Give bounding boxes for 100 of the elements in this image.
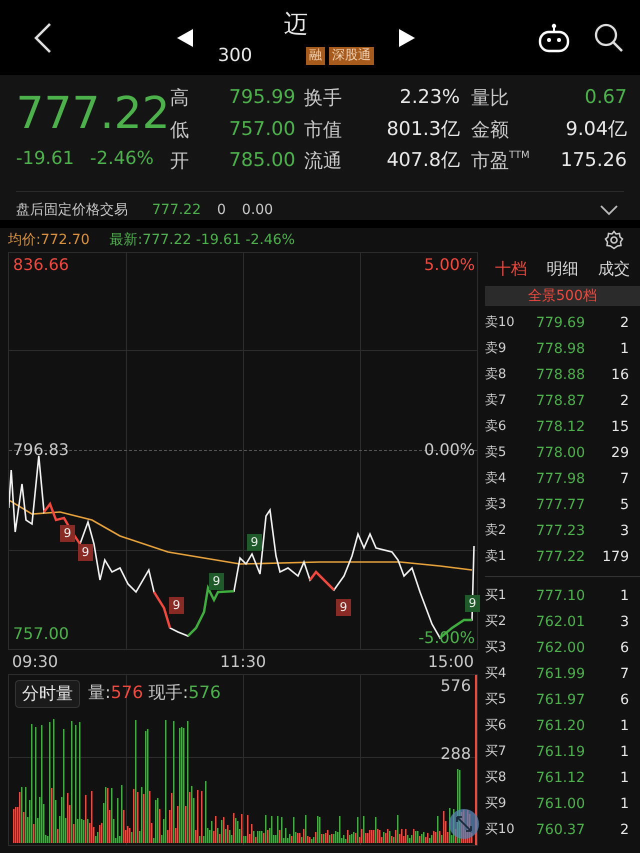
stat-value: 801.3亿: [386, 116, 460, 142]
level-label: 买9: [485, 795, 508, 814]
order-price: 761.97: [535, 690, 585, 710]
after-hours-volume: 0: [217, 200, 226, 220]
axis-label: -5.00%: [418, 629, 475, 647]
order-price: 761.00: [535, 794, 585, 814]
order-quantity: 29: [610, 444, 629, 462]
order-quantity: 3: [619, 612, 629, 632]
axis-label: 757.00: [13, 625, 69, 643]
level-label: 卖8: [485, 366, 508, 384]
stock-name: 迈: [284, 9, 308, 40]
order-quantity: 1: [619, 340, 629, 358]
order-quantity: 5: [619, 496, 629, 514]
stat-label: 低: [170, 118, 190, 142]
level-label: 卖10: [485, 314, 516, 332]
order-price: 777.98: [535, 470, 585, 488]
order-price: 778.88: [535, 366, 585, 384]
expand-icon[interactable]: [449, 809, 479, 839]
next-icon[interactable]: [398, 28, 416, 48]
level-label: 卖6: [485, 418, 508, 436]
chevron-down-icon[interactable]: [600, 204, 618, 216]
robot-icon[interactable]: [538, 22, 570, 52]
level-label: 卖9: [485, 340, 508, 358]
axis-label: 5.00%: [424, 256, 475, 274]
time-label: 15:00: [428, 651, 474, 673]
tag: 融: [306, 46, 326, 64]
stat-label: 金额: [470, 118, 510, 142]
stat-value: 2.23%: [398, 85, 460, 110]
stat-value: 0.67: [584, 85, 627, 110]
level-label: 卖3: [485, 496, 508, 514]
order-quantity: 6: [619, 638, 629, 658]
stat-value: 9.04亿: [564, 116, 627, 142]
previous-icon[interactable]: [176, 28, 194, 48]
volume-tab[interactable]: 分时量: [15, 680, 80, 708]
latest-quote: 最新:777.22 -19.61 -2.46%: [110, 230, 295, 250]
level-label: 卖1: [485, 548, 508, 566]
level-label: 卖2: [485, 522, 508, 540]
search-icon[interactable]: [594, 22, 624, 52]
order-price: 762.01: [535, 612, 585, 632]
axis-label: 0.00%: [424, 441, 475, 459]
order-book-tab[interactable]: 十档: [485, 252, 537, 286]
order-price: 778.00: [535, 444, 585, 462]
stat-value: 785.00: [228, 148, 293, 173]
level-label: 卖7: [485, 392, 508, 410]
last-price: 777.22: [16, 87, 170, 141]
order-quantity: 1: [619, 716, 629, 736]
settings-icon[interactable]: [604, 230, 624, 250]
signal-badge: 9: [169, 597, 184, 614]
order-quantity: 2: [619, 820, 629, 840]
signal-badge: 9: [78, 544, 93, 561]
order-book-tab[interactable]: 成交: [588, 252, 640, 286]
stat-label: 换手: [304, 86, 343, 111]
order-quantity: 179: [601, 548, 629, 566]
signal-badge: 9: [60, 525, 75, 542]
order-quantity: 1: [619, 586, 629, 606]
stat-label: 市值: [304, 118, 343, 142]
level-label: 卖4: [485, 470, 508, 488]
order-quantity: 7: [619, 470, 629, 488]
after-hours-amount: 0.00: [242, 200, 274, 220]
order-price: 760.37: [535, 820, 585, 840]
order-quantity: 7: [619, 664, 629, 684]
volume-reading: 量:576 现手:576: [88, 682, 221, 706]
full-depth-button[interactable]: 全景500档: [485, 286, 640, 306]
order-price: 779.69: [535, 314, 585, 332]
signal-badge: 9: [247, 534, 262, 551]
order-quantity: 3: [619, 522, 629, 540]
order-price: 761.12: [535, 768, 585, 788]
back-icon[interactable]: [32, 20, 54, 54]
level-label: 买6: [485, 717, 508, 736]
order-price: 778.12: [535, 418, 585, 436]
stat-label: 市盈$^{TTM}$: [470, 149, 531, 174]
signal-badge: 9: [209, 573, 224, 590]
stock-code: 300: [218, 44, 252, 68]
order-quantity: 1: [619, 742, 629, 762]
order-price: 761.19: [535, 742, 585, 762]
stat-label: 流通: [304, 149, 343, 174]
stat-value: 757.00: [228, 116, 293, 142]
average-price: 均价:772.70: [8, 230, 90, 250]
order-price: 777.22: [535, 548, 585, 566]
order-price: 777.23: [535, 522, 585, 540]
level-label: 买7: [485, 743, 508, 762]
order-price: 762.00: [535, 638, 585, 658]
order-price: 777.77: [535, 496, 585, 514]
level-label: 买10: [485, 821, 516, 840]
order-quantity: 1: [619, 768, 629, 788]
order-quantity: 2: [619, 392, 629, 410]
axis-label: 288: [440, 745, 471, 763]
order-book-tab[interactable]: 明细: [536, 252, 588, 286]
level-label: 买5: [485, 691, 508, 710]
stat-value: 795.99: [228, 85, 293, 110]
order-quantity: 6: [619, 690, 629, 710]
level-label: 买3: [485, 639, 508, 658]
stat-label: 量比: [470, 86, 510, 111]
order-quantity: 15: [610, 418, 629, 436]
time-label: 09:30: [12, 651, 58, 673]
after-hours-label: 盘后固定价格交易: [16, 200, 128, 220]
stat-label: 高: [170, 86, 190, 111]
order-price: 778.98: [535, 340, 585, 358]
signal-badge: 9: [336, 599, 351, 616]
order-price: 778.87: [535, 392, 585, 410]
